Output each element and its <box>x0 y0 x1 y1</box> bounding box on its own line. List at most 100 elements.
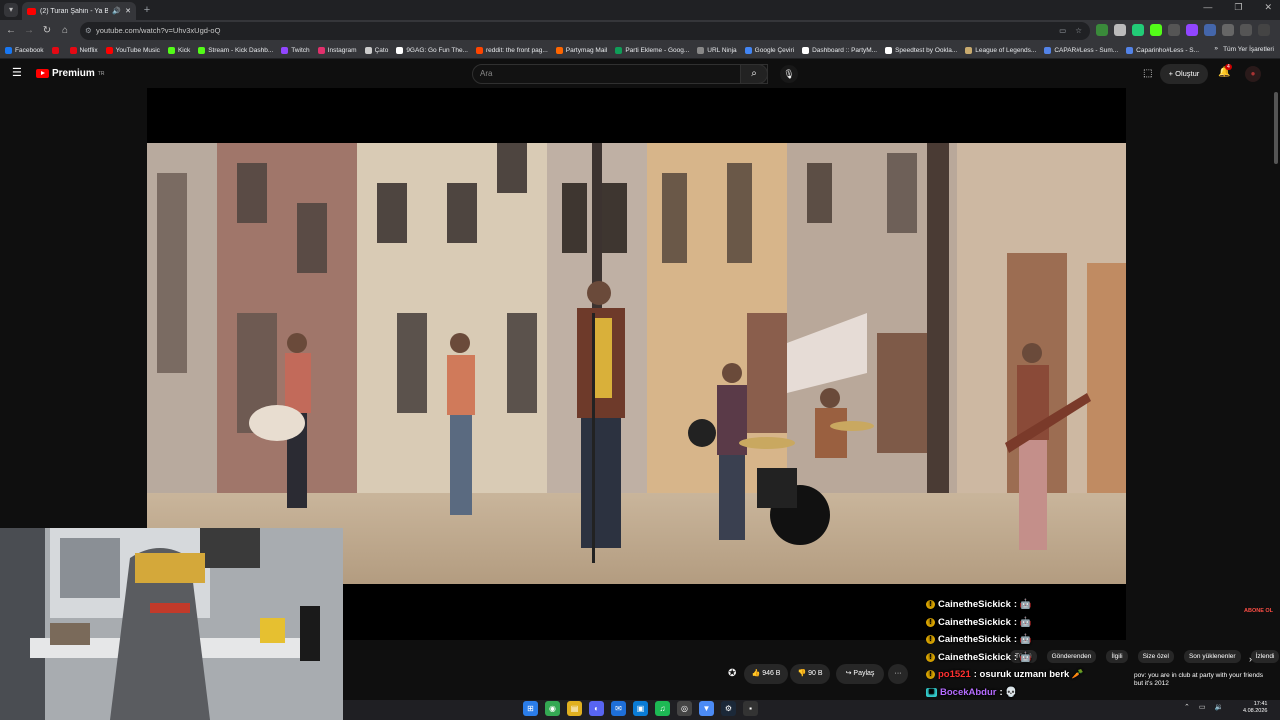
bookmark-item[interactable]: League of Legends... <box>965 46 1036 54</box>
extension-icon[interactable] <box>1150 24 1162 36</box>
bookmark-label: Netflix <box>79 46 98 54</box>
more-actions-button[interactable]: ··· <box>888 664 908 684</box>
donate-icon[interactable]: ✪ <box>728 668 736 679</box>
maximize-icon[interactable]: ❐ <box>1234 2 1242 13</box>
app-icon[interactable]: ▣ <box>633 701 648 716</box>
bookmark-item[interactable]: YouTube Music <box>105 46 160 54</box>
create-button[interactable]: + Oluştur <box>1160 64 1208 84</box>
discord-icon[interactable]: ◐ <box>589 701 604 716</box>
address-bar[interactable]: ⚙ youtube.com/watch?v=Uhv3xUgd-oQ ▭ ☆ <box>80 22 1090 40</box>
browser-tab-active[interactable]: (2) Turan Şahin - Ya Ben Ar... 🔊 ✕ <box>22 2 136 20</box>
minimize-icon[interactable]: — <box>1203 2 1212 13</box>
spotify-icon[interactable]: ♫ <box>655 701 670 716</box>
bookmark-favicon-icon <box>317 46 325 54</box>
dislike-count: 90 B <box>808 670 823 677</box>
chrome-icon[interactable]: ◉ <box>545 701 560 716</box>
filter-chip[interactable]: İzlendi <box>1250 650 1280 663</box>
steam-icon[interactable]: ⚙ <box>721 701 736 716</box>
tab-close-icon[interactable]: ✕ <box>125 7 131 15</box>
bookmark-item[interactable]: Partymag Mail <box>555 46 607 54</box>
bookmark-label: Çato <box>374 46 389 54</box>
dislike-button[interactable]: 👎 90 B <box>790 664 830 684</box>
voice-search-button[interactable]: 🎙 <box>780 65 798 83</box>
bookmark-item[interactable]: Facebook <box>5 46 44 54</box>
bookmark-item[interactable]: Çato <box>364 46 389 54</box>
extension-icon[interactable] <box>1132 24 1144 36</box>
back-icon[interactable]: ← <box>4 24 18 38</box>
extension-icon[interactable] <box>1186 24 1198 36</box>
chat-text: : 🤖 <box>1013 599 1032 611</box>
bookmark-item[interactable]: reddit: the front pag... <box>475 46 548 54</box>
bookmark-star-icon[interactable]: ☆ <box>1075 22 1082 40</box>
volume-icon[interactable]: 🔉 <box>1215 703 1224 711</box>
home-icon[interactable]: ⌂ <box>58 24 72 38</box>
close-window-icon[interactable]: ✕ <box>1264 2 1272 13</box>
recommendation-title[interactable]: pov: you are in club at party with your … <box>1134 672 1272 696</box>
chat-username: CainetheSickick <box>938 599 1011 611</box>
filter-chip[interactable]: Size özel <box>1137 650 1174 663</box>
bookmark-item[interactable]: Kick <box>167 46 190 54</box>
windows-start-icon[interactable]: ⊞ <box>523 701 538 716</box>
logo-region: TR <box>97 70 105 77</box>
chat-badge-icon: ! <box>926 635 935 645</box>
tab-audio-icon[interactable]: 🔊 <box>112 7 121 15</box>
menu-hamburger-icon[interactable]: ☰ <box>12 68 24 79</box>
share-button[interactable]: ↪ Paylaş <box>836 664 884 684</box>
bookmark-item[interactable]: URL Ninja <box>697 46 737 54</box>
new-tab-button[interactable]: + <box>140 3 154 17</box>
bookmark-item[interactable]: Netflix <box>69 46 98 54</box>
bookmark-item[interactable]: Caparinho#Less - S... <box>1126 46 1199 54</box>
network-icon[interactable]: ▭ <box>1199 703 1206 711</box>
bookmark-item[interactable]: Twitch <box>281 46 310 54</box>
reload-icon[interactable]: ↻ <box>40 24 54 38</box>
bookmark-item[interactable]: 9GAG: Go Fun The... <box>396 46 468 54</box>
like-button[interactable]: 👍 946 B <box>744 664 788 684</box>
menu-dots-icon[interactable] <box>1258 24 1270 36</box>
extension-icon[interactable] <box>1114 24 1126 36</box>
search-input[interactable]: Ara <box>472 64 768 84</box>
all-bookmarks-folder[interactable]: Tüm Yer İşaretleri <box>1223 46 1274 53</box>
chevron-right-icon[interactable]: › <box>1249 654 1252 664</box>
youtube-premium-logo[interactable]: Premium TR <box>36 68 104 79</box>
terminal-icon[interactable]: ▪ <box>743 701 758 716</box>
profile-icon[interactable] <box>1240 24 1252 36</box>
bookmark-item[interactable]: CAPAR#Less - Sum... <box>1044 46 1118 54</box>
app-icon[interactable]: ✉ <box>611 701 626 716</box>
filter-chip[interactable]: Son yüklenenler <box>1183 650 1241 663</box>
chat-badge-icon: ! <box>926 652 935 662</box>
file-explorer-icon[interactable]: ▤ <box>567 701 582 716</box>
bookmark-label: URL Ninja <box>707 46 737 54</box>
cast-icon[interactable]: ⬚ <box>1143 68 1152 79</box>
extension-icon[interactable] <box>1168 24 1180 36</box>
bookmark-item[interactable]: Google Çeviri <box>744 46 794 54</box>
bookmark-item[interactable]: Dashboard :: PartyM... <box>802 46 878 54</box>
forward-icon[interactable]: → <box>22 24 36 38</box>
avatar[interactable]: ● <box>1245 66 1261 82</box>
bookmark-favicon-icon <box>198 46 206 54</box>
extensions-puzzle-icon[interactable] <box>1222 24 1234 36</box>
chat-message: ! po1521: osuruk uzmanı berk 🥕 <box>926 666 1126 684</box>
app-icon[interactable]: ▼ <box>699 701 714 716</box>
bookmark-item[interactable]: Parti Ekleme - Goog... <box>615 46 689 54</box>
tray-chevron-icon[interactable]: ⌃ <box>1184 703 1190 711</box>
bookmark-item[interactable]: Stream - Kick Dashb... <box>198 46 273 54</box>
cast-icon[interactable]: ▭ <box>1059 22 1066 40</box>
extensions-bar <box>1096 24 1270 36</box>
scrollbar-thumb[interactable] <box>1274 92 1278 164</box>
chat-message: ! CainetheSickick: 🤖 <box>926 631 1126 649</box>
chat-username: BocekAbdur <box>940 686 997 698</box>
subscribe-badge[interactable]: ABONE OL <box>1244 608 1273 614</box>
bookmark-label: 9GAG: Go Fun The... <box>406 46 468 54</box>
taskbar-clock[interactable]: 17:41 4.08.2026 <box>1243 701 1267 715</box>
bookmark-item[interactable] <box>51 46 62 54</box>
site-info-icon[interactable]: ⚙ <box>85 22 92 40</box>
tab-search-icon[interactable]: ▾ <box>4 3 18 17</box>
obs-icon[interactable]: ◎ <box>677 701 692 716</box>
extension-icon[interactable] <box>1204 24 1216 36</box>
bookmark-item[interactable]: Instagram <box>317 46 357 54</box>
bookmark-item[interactable]: Speedtest by Ookla... <box>885 46 957 54</box>
more-bookmarks-icon[interactable]: » <box>1214 45 1218 52</box>
bookmark-label: Dashboard :: PartyM... <box>812 46 878 54</box>
search-button[interactable]: ⌕ <box>740 64 768 84</box>
extension-icon[interactable] <box>1096 24 1108 36</box>
